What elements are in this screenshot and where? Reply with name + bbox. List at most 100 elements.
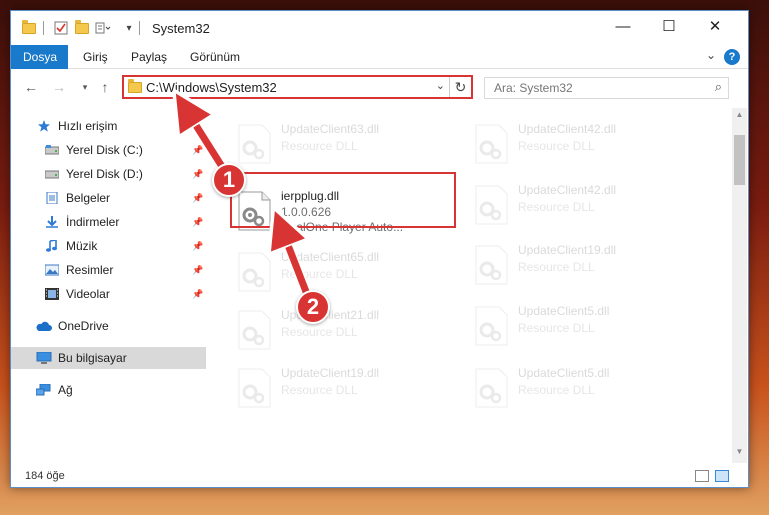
sidebar-item-label: İndirmeler <box>66 215 120 229</box>
search-icon[interactable]: ⌕ <box>715 79 722 95</box>
properties-icon[interactable] <box>53 20 69 36</box>
dll-file-icon <box>238 368 271 408</box>
dll-file-icon <box>238 124 271 164</box>
documents-icon <box>46 192 58 204</box>
scroll-down-icon[interactable]: ▼ <box>732 447 747 461</box>
file-list: UpdateClient63.dll Resource DLL ierpplug… <box>216 108 722 463</box>
sidebar-item-disk-c[interactable]: Yerel Disk (C:) 📌 <box>11 139 206 161</box>
file-item[interactable]: UpdateClient5.dll Resource DLL <box>453 298 673 348</box>
pin-icon[interactable]: 📌 <box>192 163 203 185</box>
cloud-icon <box>36 321 52 331</box>
file-description: Resource DLL <box>518 139 595 153</box>
sidebar-item-network[interactable]: Ağ <box>11 379 206 401</box>
sidebar-item-label: OneDrive <box>58 319 109 333</box>
chevron-down-icon[interactable]: ⌄ <box>436 79 445 92</box>
pin-icon[interactable]: 📌 <box>192 235 203 257</box>
file-description: Resource DLL <box>518 383 595 397</box>
window-title: System32 <box>152 21 210 36</box>
title-bar: ▾ System32 — ☐ ✕ <box>11 11 748 45</box>
file-name: UpdateClient42.dll <box>518 122 617 136</box>
refresh-icon[interactable]: ↻ <box>449 77 471 97</box>
sidebar-item-this-pc[interactable]: Bu bilgisayar <box>11 347 206 369</box>
pin-icon[interactable]: 📌 <box>192 211 203 233</box>
item-count: 184 öğe <box>25 470 65 482</box>
sidebar-item-label: Belgeler <box>66 191 111 205</box>
sidebar-item-label: Hızlı erişim <box>58 119 118 133</box>
pictures-icon <box>45 264 59 276</box>
tab-share[interactable]: Paylaş <box>119 45 179 69</box>
file-item[interactable]: UpdateClient42.dll Resource DLL <box>453 116 673 166</box>
file-name: UpdateClient65.dll <box>281 250 380 264</box>
vertical-scrollbar[interactable]: ▲ ▼ <box>732 108 747 463</box>
folder-icon <box>128 79 142 93</box>
customize-qa-icon[interactable] <box>95 20 111 36</box>
file-description: Resource DLL <box>281 139 358 153</box>
file-name: UpdateClient5.dll <box>518 366 610 380</box>
sidebar-item-label: Bu bilgisayar <box>58 351 127 365</box>
file-name: UpdateClient42.dll <box>518 183 617 197</box>
dll-file-icon <box>475 245 508 285</box>
sidebar-item-music[interactable]: Müzik 📌 <box>11 235 206 257</box>
up-arrow-icon[interactable]: ↑ <box>95 77 115 97</box>
tab-view[interactable]: Görünüm <box>178 45 252 69</box>
qa-dropdown-icon[interactable]: ▾ <box>121 20 137 36</box>
dll-file-icon <box>475 124 508 164</box>
file-name: UpdateClient5.dll <box>518 304 610 318</box>
back-arrow-icon[interactable]: ← <box>21 77 41 97</box>
pin-icon[interactable]: 📌 <box>192 259 203 281</box>
dll-file-icon <box>238 310 271 350</box>
sidebar-item-label: Müzik <box>66 239 98 253</box>
ribbon: Dosya Giriş Paylaş Görünüm ⌄ ? <box>11 45 748 69</box>
minimize-button[interactable]: — <box>600 11 646 41</box>
drive-icon <box>45 170 59 179</box>
pin-icon[interactable]: 📌 <box>192 187 203 209</box>
chevron-down-icon[interactable]: ⌄ <box>706 48 716 62</box>
file-item[interactable]: UpdateClient19.dll Resource DLL <box>453 237 673 287</box>
sidebar-item-label: Resimler <box>66 263 114 277</box>
explorer-window: ▾ System32 — ☐ ✕ Dosya Giriş Paylaş Görü… <box>10 10 749 488</box>
step-1-badge: 1 <box>212 163 246 197</box>
file-description: Resource DLL <box>281 267 358 281</box>
folder-icon[interactable] <box>21 19 37 36</box>
maximize-button[interactable]: ☐ <box>646 11 692 41</box>
file-description: Resource DLL <box>281 383 358 397</box>
sidebar-item-label: Ağ <box>58 383 73 397</box>
sidebar-item-downloads[interactable]: İndirmeler 📌 <box>11 211 206 233</box>
scrollbar-thumb[interactable] <box>734 135 745 185</box>
new-folder-icon[interactable] <box>74 19 90 36</box>
file-item[interactable]: UpdateClient42.dll Resource DLL <box>453 177 673 227</box>
file-description: Resource DLL <box>281 325 358 339</box>
file-item[interactable]: UpdateClient65.dll Resource DLL <box>216 244 436 294</box>
search-input[interactable]: Ara: System32 ⌕ <box>484 77 729 99</box>
tab-home[interactable]: Giriş <box>71 45 120 69</box>
file-name: UpdateClient63.dll <box>281 122 380 136</box>
close-button[interactable]: ✕ <box>692 11 738 41</box>
navigation-bar: ← → ▾ ↑ C:\Windows\System32 ⌄ ↻ Ara: Sys… <box>11 73 748 101</box>
sidebar-item-documents[interactable]: Belgeler 📌 <box>11 187 206 209</box>
forward-arrow-icon[interactable]: → <box>49 77 69 97</box>
file-item[interactable]: UpdateClient19.dll Resource DLL <box>216 360 436 410</box>
address-path[interactable]: C:\Windows\System32 <box>146 80 277 95</box>
sidebar-item-label: Yerel Disk (C:) <box>66 143 143 157</box>
tab-file[interactable]: Dosya <box>11 45 68 69</box>
dll-file-icon <box>475 306 508 346</box>
address-bar[interactable]: C:\Windows\System32 ⌄ ↻ <box>122 75 473 99</box>
sidebar-item-videos[interactable]: Videolar 📌 <box>11 283 206 305</box>
sidebar-item-pictures[interactable]: Resimler 📌 <box>11 259 206 281</box>
file-item[interactable]: UpdateClient63.dll Resource DLL <box>216 116 436 166</box>
pin-icon[interactable]: 📌 <box>192 283 203 305</box>
dll-file-icon <box>475 368 508 408</box>
sidebar-item-disk-d[interactable]: Yerel Disk (D:) 📌 <box>11 163 206 185</box>
details-view-icon[interactable] <box>695 470 709 482</box>
drive-icon <box>45 145 59 155</box>
sidebar-item-onedrive[interactable]: OneDrive <box>11 315 206 337</box>
sidebar-item-quick-access[interactable]: Hızlı erişim <box>11 115 206 137</box>
pin-icon[interactable]: 📌 <box>192 139 203 161</box>
file-item[interactable]: UpdateClient5.dll Resource DLL <box>453 360 673 410</box>
recent-dropdown-icon[interactable]: ▾ <box>75 77 95 97</box>
large-icons-view-icon[interactable] <box>715 470 729 482</box>
divider <box>43 21 44 35</box>
help-icon[interactable]: ? <box>724 49 740 65</box>
scroll-up-icon[interactable]: ▲ <box>732 110 747 124</box>
status-bar: 184 öğe <box>11 467 748 487</box>
